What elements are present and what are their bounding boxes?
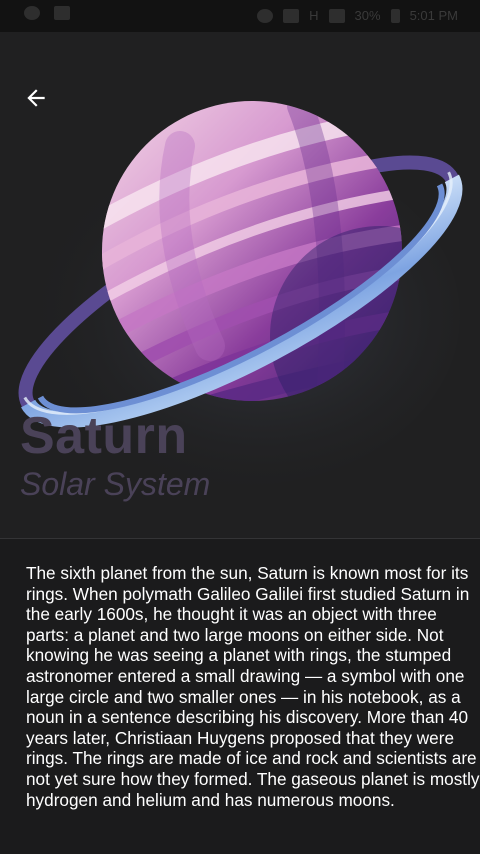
planet-title: Saturn [20,407,188,465]
network-type: H [309,8,319,23]
image-notification-icon [54,6,70,20]
battery-percent: 30% [354,8,381,23]
description-section[interactable]: The sixth planet from the sun, Saturn is… [0,539,480,854]
chat-notification-icon [24,6,40,20]
back-button[interactable] [18,80,54,116]
status-right-icons: H 30% 5:01 PM [257,8,458,23]
arrow-left-icon [27,89,45,107]
planet-description: The sixth planet from the sun, Saturn is… [26,563,480,810]
status-time: 5:01 PM [409,8,458,23]
alarm-icon [257,8,274,23]
signal-icon [328,8,345,23]
status-bar: H 30% 5:01 PM [0,0,480,32]
planet-header: Saturn Solar System [0,32,480,538]
battery-icon [390,8,400,23]
status-left-icons [24,6,70,20]
vibrate-icon [283,8,300,23]
planet-subtitle: Solar System [20,466,211,502]
